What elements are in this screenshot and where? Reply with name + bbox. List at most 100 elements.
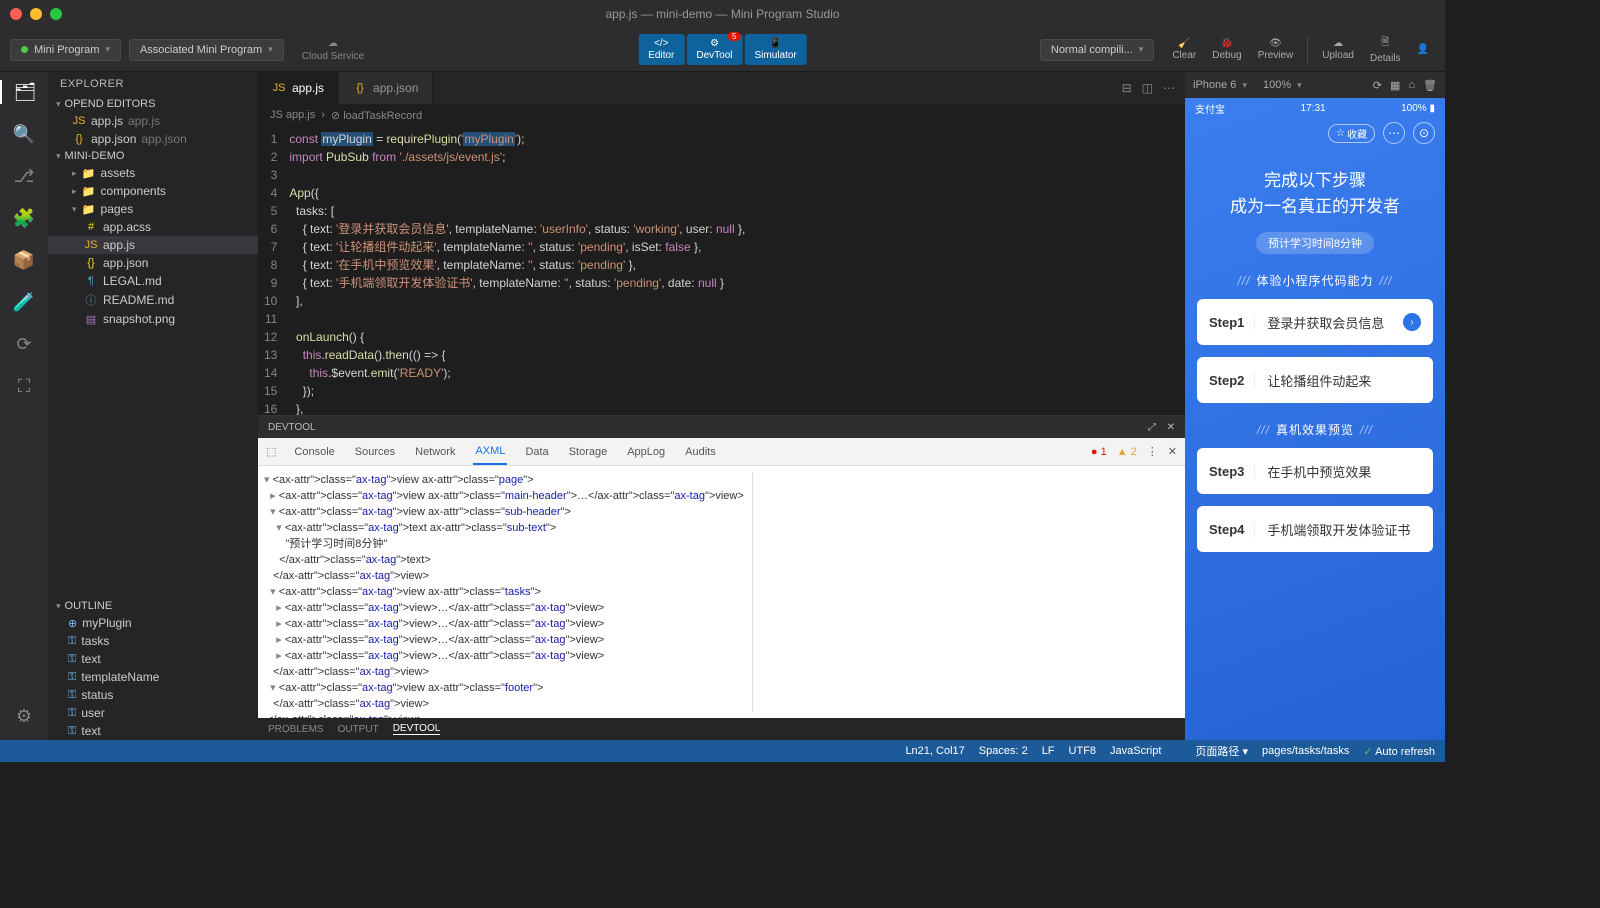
more-button[interactable]: ⋯ <box>1383 122 1405 144</box>
details-button[interactable]: 🗎Details <box>1364 33 1407 66</box>
close-window[interactable] <box>10 8 22 20</box>
editor-button[interactable]: </> Editor <box>638 34 684 65</box>
axml-tree[interactable]: ▾ <ax-attr">class="ax-tag">view ax-attr"… <box>264 472 753 712</box>
editor-tab[interactable]: {}app.json <box>339 72 433 104</box>
folder-item[interactable]: ▸📁assets <box>48 164 258 182</box>
devtool-more-icon[interactable]: ⋮ <box>1147 445 1158 458</box>
chevron-down-icon: ▾ <box>1139 44 1144 55</box>
maximize-icon[interactable]: ⤢ <box>1148 422 1156 433</box>
test-activity[interactable]: 🧪 <box>12 290 36 314</box>
folder-item[interactable]: ▾📁pages <box>48 200 258 218</box>
clear-button[interactable]: 🧹Clear <box>1166 36 1202 63</box>
extensions-activity[interactable]: 🧩 <box>12 206 36 230</box>
split-icon[interactable]: ◫ <box>1142 81 1153 95</box>
devtool-button[interactable]: ⚙ 5 DevTool <box>686 34 742 65</box>
outline-item[interactable]: ⚿templateName <box>48 668 258 686</box>
trash-icon[interactable]: 🗑 <box>1423 79 1437 92</box>
npm-activity[interactable]: 📦 <box>12 248 36 272</box>
error-count[interactable]: ● 1 <box>1091 446 1107 458</box>
scan-activity[interactable]: ⛶ <box>12 374 36 398</box>
bottom-tab-output[interactable]: OUTPUT <box>338 724 379 735</box>
breadcrumb[interactable]: JS app.js › ⊘ loadTaskRecord <box>258 104 1185 126</box>
devtool-tab-network[interactable]: Network <box>413 440 457 464</box>
language-info[interactable]: JavaScript <box>1110 745 1161 757</box>
devtool-tab-axml[interactable]: AXML <box>473 439 507 465</box>
more-icon[interactable]: ⋯ <box>1163 81 1175 95</box>
outline-section[interactable]: OUTLINE <box>48 598 258 614</box>
device-selector[interactable]: iPhone 6 ▾ 100% ▾ <box>1193 79 1302 91</box>
close-icon[interactable]: ✕ <box>1167 422 1175 433</box>
outline-item[interactable]: ⚿status <box>48 686 258 704</box>
upload-button[interactable]: ☁Upload <box>1316 36 1360 63</box>
cloud-service-button[interactable]: ☁ Cloud Service <box>302 38 364 62</box>
compile-label: Normal compili... <box>1051 44 1133 56</box>
code-editor[interactable]: 123456789101112131415161718192021222324 … <box>258 126 1185 415</box>
editor-tab[interactable]: JSapp.js <box>258 72 339 104</box>
encoding-info[interactable]: UTF8 <box>1069 745 1097 757</box>
devtool-tab-console[interactable]: Console <box>292 440 336 464</box>
refresh-icon[interactable]: ⟳ <box>1373 79 1382 92</box>
compile-mode-dropdown[interactable]: Normal compili... ▾ <box>1040 39 1154 61</box>
folder-item[interactable]: ▸📁components <box>48 182 258 200</box>
devtool-tab-storage[interactable]: Storage <box>567 440 610 464</box>
bottom-tab-problems[interactable]: PROBLEMS <box>268 724 324 735</box>
refresh-activity[interactable]: ⟳ <box>12 332 36 356</box>
simulator-button[interactable]: 📱 Simulator <box>745 34 807 65</box>
file-item[interactable]: ▤snapshot.png <box>48 310 258 328</box>
project-section[interactable]: MINI-DEMO <box>48 148 258 164</box>
outline-item[interactable]: ⚿text <box>48 722 258 740</box>
open-editors-section[interactable]: OPEND EDITORS <box>48 96 258 112</box>
route-path[interactable]: pages/tasks/tasks <box>1262 745 1349 757</box>
auto-refresh-toggle[interactable]: ✓ Auto refresh <box>1363 745 1435 758</box>
compare-icon[interactable]: ⊟ <box>1122 81 1132 95</box>
open-file-item[interactable]: {}app.json app.json <box>48 130 258 148</box>
step-card[interactable]: Step1登录并获取会员信息› <box>1197 299 1433 345</box>
mini-program-dropdown[interactable]: Mini Program ▾ <box>10 39 121 61</box>
associated-dropdown[interactable]: Associated Mini Program ▾ <box>129 39 284 61</box>
file-item[interactable]: ¶LEGAL.md <box>48 272 258 290</box>
outline-item[interactable]: ⊕myPlugin <box>48 614 258 632</box>
devtool-tab-audits[interactable]: Audits <box>683 440 718 464</box>
outline-item[interactable]: ⚿text <box>48 650 258 668</box>
outline-item[interactable]: ⚿tasks <box>48 632 258 650</box>
devtool-tab-applog[interactable]: AppLog <box>625 440 667 464</box>
file-item[interactable]: JSapp.js <box>48 236 258 254</box>
devtool-tab-sources[interactable]: Sources <box>353 440 397 464</box>
eol-info[interactable]: LF <box>1042 745 1055 757</box>
outline-item[interactable]: ⚿user <box>48 704 258 722</box>
devtool-header: DEVTOOL ⤢ ✕ <box>258 416 1185 438</box>
cloud-label: Cloud Service <box>302 51 364 62</box>
file-item[interactable]: {}app.json <box>48 254 258 272</box>
step-card[interactable]: Step2让轮播组件动起来 <box>1197 357 1433 403</box>
code-body[interactable]: const myPlugin = requirePlugin('myPlugin… <box>289 126 1185 415</box>
debug-button[interactable]: 🐞Debug <box>1206 36 1247 63</box>
home-icon[interactable]: ⌂ <box>1408 79 1415 92</box>
route-label[interactable]: 页面路径 ▾ <box>1195 743 1248 759</box>
phone-preview[interactable]: 支付宝 17:31 100% ▮ ☆收藏 ⋯ ⊙ 完成以下步骤 成为一名真正的开… <box>1185 98 1445 740</box>
file-item[interactable]: #app.acss <box>48 218 258 236</box>
minimap[interactable] <box>1145 126 1185 415</box>
search-activity[interactable]: 🔍 <box>12 122 36 146</box>
minimize-window[interactable] <box>30 8 42 20</box>
devtool-tab-data[interactable]: Data <box>523 440 550 464</box>
file-item[interactable]: ⓘREADME.md <box>48 290 258 310</box>
main-area: 🗂 🔍 ⎇ 🧩 📦 🧪 ⟳ ⛶ ⚙ EXPLORER OPEND EDITORS… <box>0 72 1445 740</box>
settings-activity[interactable]: ⚙ <box>12 704 36 728</box>
favorite-button[interactable]: ☆收藏 <box>1328 124 1375 143</box>
close-button[interactable]: ⊙ <box>1413 122 1435 144</box>
source-control-activity[interactable]: ⎇ <box>12 164 36 188</box>
bottom-tab-devtool[interactable]: DEVTOOL <box>393 723 441 735</box>
grid-icon[interactable]: ▦ <box>1390 79 1400 92</box>
user-button[interactable]: 👤 <box>1411 42 1435 57</box>
step-card[interactable]: Step3在手机中预览效果 <box>1197 448 1433 494</box>
explorer-activity[interactable]: 🗂 <box>0 80 48 104</box>
cursor-position[interactable]: Ln21, Col17 <box>905 745 964 757</box>
indent-info[interactable]: Spaces: 2 <box>979 745 1028 757</box>
preview-button[interactable]: 👁Preview <box>1252 36 1300 63</box>
devtool-close-icon[interactable]: ✕ <box>1168 445 1177 458</box>
warning-count[interactable]: ▲ 2 <box>1117 446 1137 458</box>
open-file-item[interactable]: JSapp.js app.js <box>48 112 258 130</box>
step-card[interactable]: Step4手机端领取开发体验证书 <box>1197 506 1433 552</box>
maximize-window[interactable] <box>50 8 62 20</box>
inspect-icon[interactable]: ⬚ <box>266 445 276 458</box>
